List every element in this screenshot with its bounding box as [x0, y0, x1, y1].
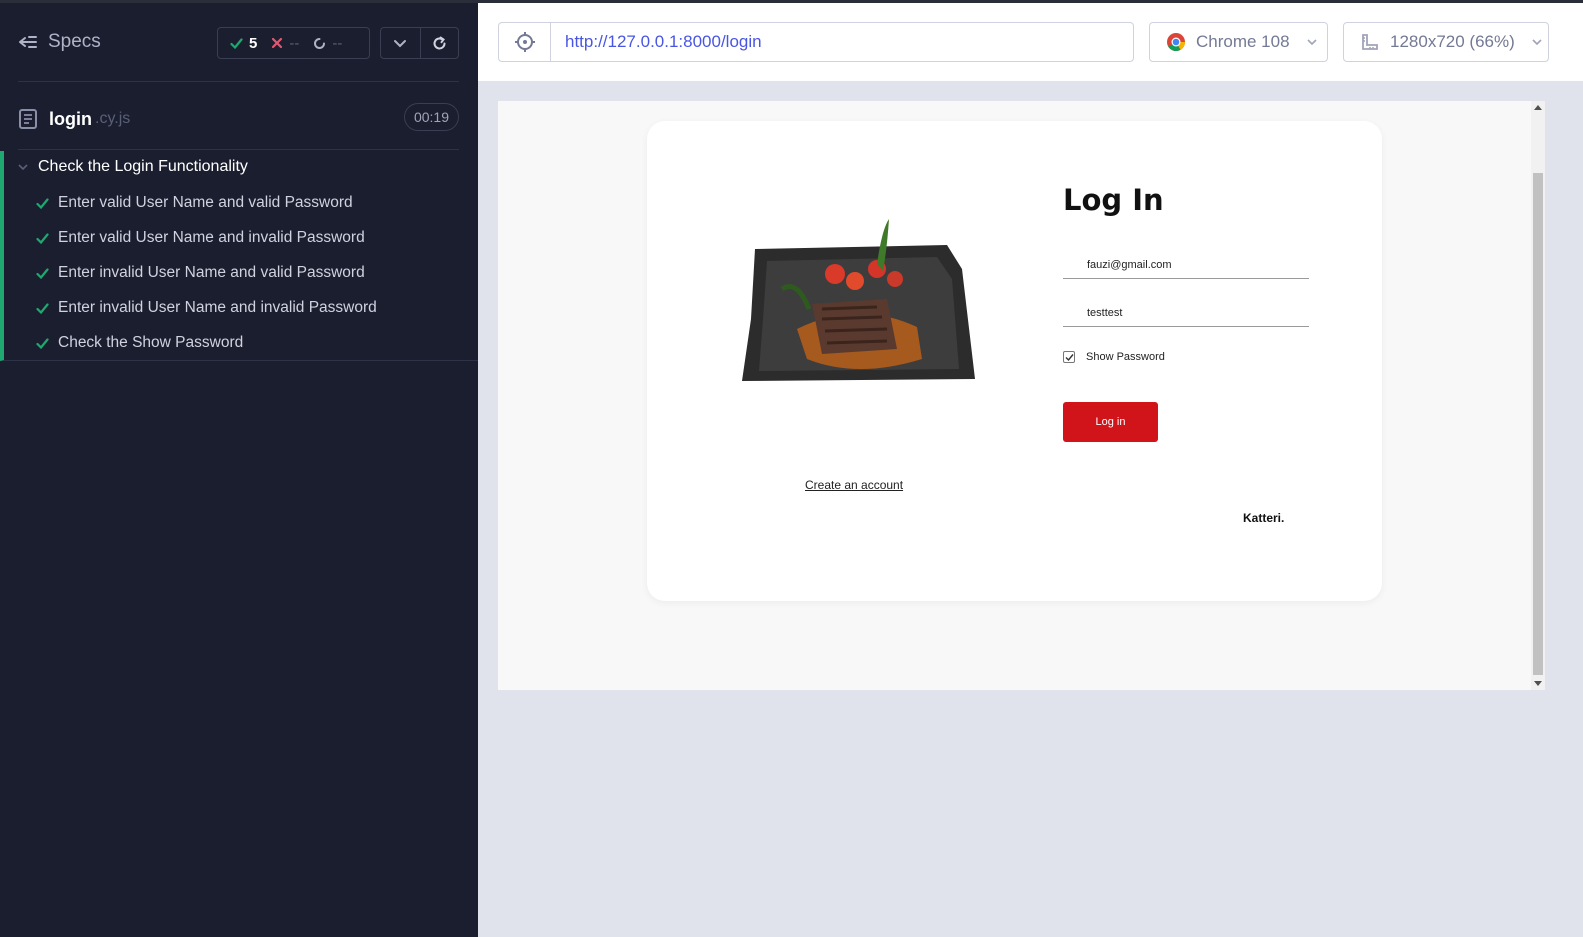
brand-name: Katteri.: [1243, 511, 1285, 525]
controls-box: [380, 27, 459, 59]
file-icon: [19, 109, 37, 129]
test-item[interactable]: Enter valid User Name and valid Password: [36, 194, 353, 212]
show-password-row[interactable]: Show Password: [1063, 351, 1165, 363]
suite-block: Check the Login Functionality Enter vali…: [0, 151, 478, 361]
scroll-down-arrow-icon[interactable]: [1534, 681, 1542, 686]
chevron-down-icon: [1532, 39, 1542, 46]
login-button[interactable]: Log in: [1063, 402, 1158, 442]
passed-count: 5: [249, 34, 258, 52]
specs-label: Specs: [48, 31, 101, 52]
password-input[interactable]: testtest: [1063, 303, 1309, 327]
spec-file-ext: .cy.js: [95, 110, 131, 127]
check-icon: [36, 267, 49, 279]
specs-button[interactable]: Specs: [18, 31, 101, 53]
spec-file-row: login .cy.js 00:19: [18, 101, 459, 137]
chevron-down-icon: [394, 40, 407, 48]
rerun-button[interactable]: [419, 28, 459, 58]
aut-scrollbar[interactable]: [1531, 101, 1545, 690]
aut-iframe: Create an account Log In fauzi@gmail.com…: [498, 101, 1545, 690]
email-input[interactable]: fauzi@gmail.com: [1063, 255, 1309, 279]
passed-stat: 5: [230, 35, 257, 52]
show-password-checkbox[interactable]: [1063, 351, 1075, 363]
browser-select[interactable]: Chrome 108: [1149, 22, 1328, 62]
test-label: Enter invalid User Name and invalid Pass…: [58, 299, 377, 316]
chevron-down-icon: [18, 164, 28, 171]
browser-label: Chrome 108: [1196, 32, 1290, 51]
login-title: Log In: [1063, 183, 1164, 217]
reporter-header: Specs 5 -- --: [0, 3, 478, 83]
check-icon: [36, 337, 49, 349]
divider: [18, 81, 459, 82]
show-password-label: Show Password: [1086, 351, 1165, 363]
test-label: Enter invalid User Name and valid Passwo…: [58, 264, 365, 281]
viewport-label: 1280x720 (66%): [1390, 32, 1515, 51]
check-icon: [36, 232, 49, 244]
crosshair-icon: [514, 32, 535, 52]
pending-count: --: [332, 34, 343, 52]
failed-stat: --: [271, 35, 299, 52]
test-label: Check the Show Password: [58, 334, 244, 351]
failed-count: --: [289, 34, 300, 52]
preview-toolbar: http://127.0.0.1:8000/login Chrome 108 1…: [478, 3, 1583, 81]
test-item[interactable]: Check the Show Password: [36, 334, 243, 352]
chevron-down-icon: [1306, 39, 1317, 46]
check-icon: [36, 197, 49, 209]
collapse-all-button[interactable]: [381, 28, 420, 58]
test-item[interactable]: Enter invalid User Name and valid Passwo…: [36, 264, 365, 282]
test-label: Enter valid User Name and valid Password: [58, 194, 353, 211]
pending-icon: [314, 37, 326, 49]
chrome-icon: [1167, 33, 1185, 52]
check-icon: [1065, 353, 1074, 361]
check-icon: [230, 37, 243, 49]
login-card: Create an account Log In fauzi@gmail.com…: [647, 121, 1382, 601]
selector-playground-button[interactable]: [499, 23, 551, 61]
test-item[interactable]: Enter invalid User Name and invalid Pass…: [36, 299, 377, 317]
divider: [18, 149, 459, 150]
scroll-up-arrow-icon[interactable]: [1534, 105, 1542, 110]
spec-file-name: login: [49, 108, 92, 129]
x-icon: [272, 37, 283, 49]
create-account-link[interactable]: Create an account: [805, 478, 903, 492]
reporter-panel: Specs 5 -- -- login .cy.js 00:19 Check t…: [0, 3, 478, 937]
url-text[interactable]: http://127.0.0.1:8000/login: [551, 23, 762, 61]
suite-title: Check the Login Functionality: [38, 158, 248, 175]
app-preview-area: http://127.0.0.1:8000/login Chrome 108 1…: [478, 3, 1583, 937]
pending-stat: --: [313, 35, 342, 52]
test-item[interactable]: Enter valid User Name and invalid Passwo…: [36, 229, 365, 247]
suite-title-row[interactable]: Check the Login Functionality: [18, 158, 248, 176]
url-bar: http://127.0.0.1:8000/login: [498, 22, 1134, 62]
stats-box: 5 -- --: [217, 27, 370, 59]
test-label: Enter valid User Name and invalid Passwo…: [58, 229, 365, 246]
collapse-list-icon: [19, 36, 37, 48]
viewport-select[interactable]: 1280x720 (66%): [1343, 22, 1549, 62]
scroll-thumb[interactable]: [1533, 173, 1543, 675]
spec-duration: 00:19: [403, 103, 459, 131]
ruler-icon: [1362, 34, 1378, 50]
check-icon: [36, 302, 49, 314]
food-image: [742, 219, 975, 381]
refresh-icon: [433, 36, 446, 49]
